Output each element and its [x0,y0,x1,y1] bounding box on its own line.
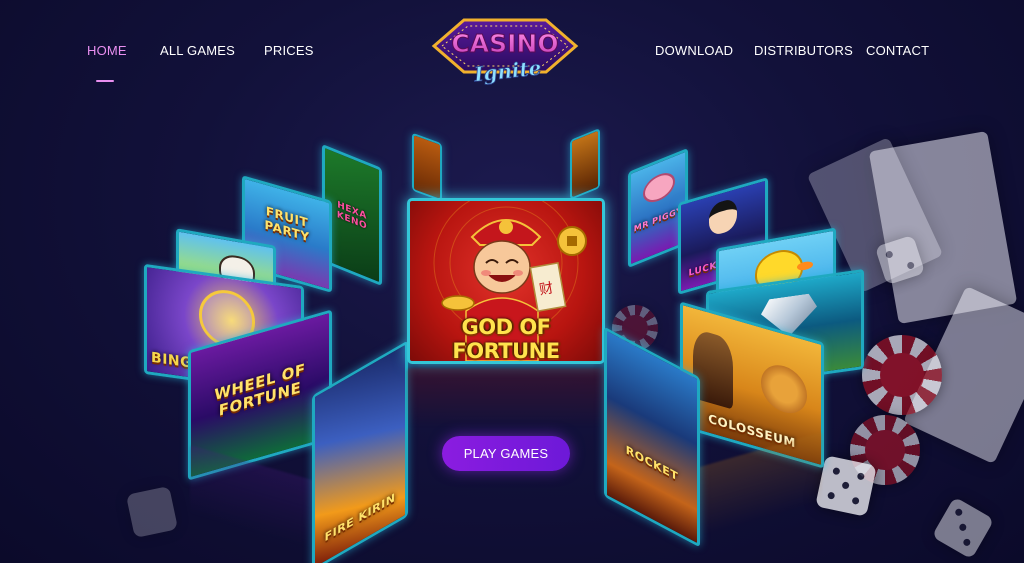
logo-text-casino: CASINO [451,29,558,58]
game-tile-back-left[interactable] [412,132,442,202]
play-games-button[interactable]: PLAY GAMES [442,436,570,471]
scroll-glyph: 财 [538,280,555,298]
nav-distributors[interactable]: DISTRIBUTORS [754,43,853,58]
nav-home[interactable]: HOME [87,43,127,58]
dice [815,455,877,517]
featured-game-god-of-fortune[interactable]: 财 GOD OF FORTUNE [407,198,605,364]
dice [931,496,995,560]
game-tile-back-right[interactable] [570,127,600,201]
active-indicator [96,80,114,82]
casino-ignite-logo[interactable]: CASINO Ignite [424,6,586,92]
nav-download[interactable]: DOWNLOAD [655,43,733,58]
nav-prices[interactable]: PRICES [264,43,314,58]
logo-graphic: CASINO Ignite [431,18,579,87]
tile-reflection [407,368,605,428]
featured-game-title: GOD OF FORTUNE [452,315,560,363]
nav-contact[interactable]: CONTACT [866,43,929,58]
nav-all-games[interactable]: ALL GAMES [160,43,235,58]
dice [125,485,179,539]
poker-chip [862,335,942,415]
